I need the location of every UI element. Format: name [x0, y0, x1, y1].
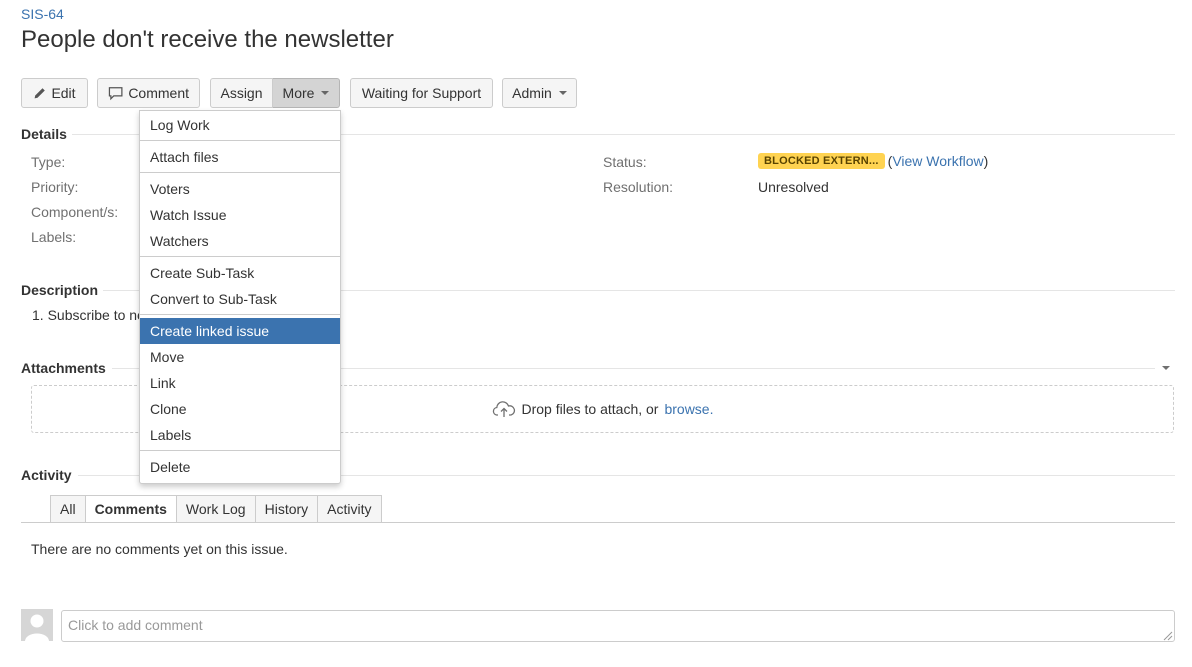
menu-separator	[140, 256, 340, 257]
comment-button[interactable]: Comment	[97, 78, 200, 108]
dropzone-text: Drop files to attach, or	[521, 401, 659, 417]
menu-item-create-sub-task[interactable]: Create Sub-Task	[140, 260, 340, 286]
description-heading: Description	[21, 282, 99, 298]
tab-history[interactable]: History	[254, 495, 318, 523]
assign-button[interactable]: Assign	[210, 78, 273, 108]
menu-item-log-work[interactable]: Log Work	[140, 112, 340, 138]
description-text: 1. Subscribe to ne	[32, 307, 145, 323]
avatar	[21, 609, 53, 641]
menu-item-attach-files[interactable]: Attach files	[140, 144, 340, 170]
edit-button-label: Edit	[51, 85, 76, 101]
tab-all[interactable]: All	[50, 495, 85, 523]
resolution-label: Resolution:	[603, 179, 674, 195]
comment-icon	[108, 86, 123, 100]
status-value: BLOCKED EXTERN... (View Workflow)	[758, 153, 988, 169]
tab-comments[interactable]: Comments	[84, 495, 176, 523]
attachments-heading: Attachments	[21, 360, 106, 376]
waiting-for-support-button[interactable]: Waiting for Support	[350, 78, 493, 108]
menu-item-clone[interactable]: Clone	[140, 396, 340, 422]
status-badge: BLOCKED EXTERN...	[758, 153, 885, 169]
details-heading: Details	[21, 126, 67, 142]
comment-button-label: Comment	[128, 85, 189, 101]
more-dropdown-menu: Log Work Attach files Voters Watch Issue Wat…	[139, 110, 341, 484]
type-label: Type:	[31, 154, 66, 170]
menu-item-link[interactable]: Link	[140, 370, 340, 396]
resolution-value: Unresolved	[758, 179, 829, 195]
components-label: Component/s:	[31, 204, 119, 220]
menu-separator	[140, 450, 340, 451]
menu-item-create-linked-issue[interactable]: Create linked issue	[140, 318, 340, 344]
add-comment-input[interactable]	[61, 610, 1175, 642]
chevron-down-icon	[558, 91, 567, 95]
tab-work-log[interactable]: Work Log	[175, 495, 255, 523]
menu-item-watchers[interactable]: Watchers	[140, 228, 340, 254]
chevron-down-icon	[321, 91, 330, 95]
admin-button-label: Admin	[512, 85, 552, 101]
menu-separator	[140, 140, 340, 141]
status-label: Status:	[603, 154, 647, 170]
no-comments-text: There are no comments yet on this issue.	[31, 541, 288, 557]
attachments-options-icon[interactable]	[1162, 366, 1170, 370]
more-button[interactable]: More	[273, 78, 340, 108]
menu-separator	[140, 172, 340, 173]
labels-label: Labels:	[31, 229, 77, 245]
menu-separator	[140, 314, 340, 315]
menu-item-labels[interactable]: Labels	[140, 422, 340, 448]
waiting-for-support-label: Waiting for Support	[361, 85, 482, 101]
activity-tabs: All Comments Work Log History Activity	[50, 495, 382, 523]
pencil-icon	[35, 87, 46, 98]
menu-item-move[interactable]: Move	[140, 344, 340, 370]
view-workflow-wrapper: (View Workflow)	[887, 153, 989, 169]
browse-link[interactable]: browse.	[664, 401, 713, 417]
activity-heading: Activity	[21, 467, 72, 483]
more-button-label: More	[282, 85, 315, 101]
tab-activity[interactable]: Activity	[317, 495, 382, 523]
resize-handle-icon[interactable]	[1162, 630, 1173, 641]
cloud-upload-icon	[492, 401, 515, 417]
issue-key-link[interactable]: SIS-64	[21, 6, 64, 22]
menu-item-delete[interactable]: Delete	[140, 454, 340, 480]
user-icon	[21, 609, 53, 641]
edit-button[interactable]: Edit	[21, 78, 88, 108]
priority-label: Priority:	[31, 179, 79, 195]
view-workflow-link[interactable]: View Workflow	[892, 153, 983, 169]
menu-item-convert-to-sub-task[interactable]: Convert to Sub-Task	[140, 286, 340, 312]
admin-button[interactable]: Admin	[502, 78, 577, 108]
tabs-baseline	[21, 522, 1175, 523]
menu-item-voters[interactable]: Voters	[140, 176, 340, 202]
menu-item-watch-issue[interactable]: Watch Issue	[140, 202, 340, 228]
issue-title: People don't receive the newsletter	[21, 26, 394, 53]
assign-button-label: Assign	[220, 85, 263, 101]
